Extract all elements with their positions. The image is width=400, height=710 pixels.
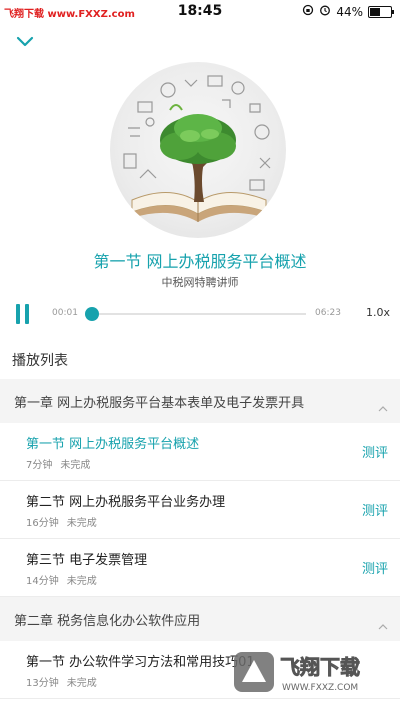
course-cover-image [110, 62, 286, 238]
status-bar: 飞翔下载 www.FXXZ.com 18:45 44% [0, 0, 400, 24]
section-duration: 16分钟 [26, 518, 59, 529]
progress-slider[interactable] [85, 307, 306, 321]
section-item[interactable]: 第三节 电子发票管理 14分钟 未完成 测评 [0, 539, 400, 597]
evaluate-button[interactable]: 测评 [362, 500, 388, 519]
current-time: 00:01 [52, 308, 78, 318]
chevron-up-icon[interactable] [378, 615, 388, 630]
section-status: 未完成 [66, 678, 97, 689]
chapter-header[interactable]: 第二章 税务信息化办公软件应用 [0, 597, 400, 641]
section-meta: 16分钟 未完成 [26, 514, 97, 529]
chapter-header[interactable]: 第一章 网上办税服务平台基本表单及电子发票开具 [0, 379, 400, 423]
section-title: 第一节 办公软件学习方法和常用技巧01 [26, 655, 255, 670]
section-duration: 14分钟 [26, 576, 59, 587]
evaluate-button[interactable]: 测评 [362, 558, 388, 577]
section-status: 未完成 [66, 518, 97, 529]
chevron-up-icon[interactable] [378, 397, 388, 412]
section-duration: 7分钟 [26, 460, 53, 471]
audio-player-controls: 00:01 06:23 1.0x [0, 298, 400, 328]
lecturer-name: 中税网特聘讲师 [161, 276, 239, 289]
section-title: 第一节 网上办税服务平台概述 [26, 437, 200, 452]
section-meta: 7分钟 未完成 [26, 456, 90, 471]
section-status: 未完成 [66, 576, 97, 587]
evaluate-button[interactable]: 测评 [362, 442, 388, 461]
logo-url: WWW.FXXZ.COM [282, 683, 358, 693]
total-time: 06:23 [315, 308, 341, 318]
alarm-icon [319, 4, 331, 19]
battery-icon [368, 5, 394, 18]
section-duration: 13分钟 [26, 678, 59, 689]
chapter-title: 第一章 网上办税服务平台基本表单及电子发票开具 [14, 396, 305, 411]
lock-rotation-icon [302, 4, 314, 19]
section-item[interactable]: 第一节 网上办税服务平台概述 7分钟 未完成 测评 [0, 423, 400, 481]
collapse-chevron-icon[interactable] [14, 30, 36, 52]
section-title: 第三节 电子发票管理 [26, 553, 148, 568]
section-status: 未完成 [60, 460, 91, 471]
chapter-title: 第二章 税务信息化办公软件应用 [14, 614, 201, 629]
battery-percent: 44% [336, 4, 363, 19]
section-item[interactable]: 第二节 网上办税服务平台业务办理 16分钟 未完成 测评 [0, 481, 400, 539]
lesson-title: 第一节 网上办税服务平台概述 [93, 252, 307, 271]
pause-icon[interactable] [14, 304, 32, 324]
progress-knob[interactable] [85, 307, 100, 321]
section-title: 第二节 网上办税服务平台业务办理 [26, 495, 226, 510]
playlist-heading: 播放列表 [12, 353, 68, 369]
status-system-icons: 44% [302, 4, 394, 19]
logo-text: 飞翔下载 [280, 655, 360, 679]
section-meta: 13分钟 未完成 [26, 674, 97, 689]
section-meta: 14分钟 未完成 [26, 572, 97, 587]
site-logo-watermark: 飞翔下载 WWW.FXXZ.COM [232, 648, 392, 700]
playback-speed-button[interactable]: 1.0x [366, 306, 390, 319]
